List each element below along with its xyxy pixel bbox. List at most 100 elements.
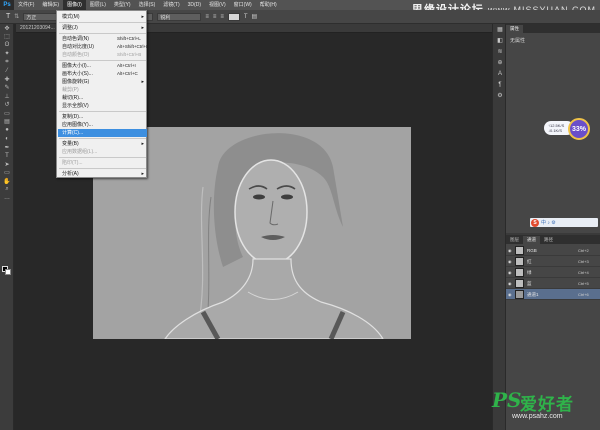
menu-item-apply-data-set[interactable]: 应用数据组(L)... bbox=[58, 148, 147, 156]
blur-tool-icon[interactable]: ● bbox=[0, 126, 14, 135]
shape-tool-icon[interactable]: ▭ bbox=[0, 169, 14, 178]
menu-item-trap[interactable]: 陷印(T)... bbox=[58, 159, 147, 167]
pen-tool-icon[interactable]: ✒ bbox=[0, 143, 14, 152]
text-color-swatch[interactable] bbox=[227, 12, 240, 21]
font-family-value: 方正 bbox=[26, 14, 37, 21]
edit-toolbar-icon[interactable]: … bbox=[0, 194, 14, 203]
eraser-tool-icon[interactable]: ▭ bbox=[0, 109, 14, 118]
paragraph-icon[interactable]: ¶ bbox=[493, 79, 507, 90]
channel-row-alpha-1[interactable]: ◉ 通道1 Ctrl+6 bbox=[506, 289, 600, 300]
menu-item-crop[interactable]: 裁剪(P) bbox=[58, 86, 147, 94]
properties-icon[interactable]: ◧ bbox=[493, 35, 507, 46]
tab-channels[interactable]: 通道 bbox=[523, 236, 540, 244]
hand-tool-icon[interactable]: ✋ bbox=[0, 177, 14, 186]
menu-view[interactable]: 视图(V) bbox=[205, 0, 230, 10]
background-color-swatch[interactable] bbox=[5, 269, 11, 275]
menu-filter[interactable]: 滤镜(T) bbox=[159, 0, 183, 10]
align-right-icon[interactable]: ≡ bbox=[220, 14, 224, 20]
network-speed-widget[interactable]: ↑12.5K/S ↓0.1K/S 33% bbox=[544, 118, 596, 140]
eyedropper-tool-icon[interactable]: ⁄ bbox=[0, 67, 14, 76]
orientation-icon[interactable]: ⇅ bbox=[14, 13, 19, 20]
panel-icon-strip: ▦ ◧ ≋ ⊕ A ¶ ⚙ bbox=[492, 24, 506, 430]
menu-item-image-size-label: 图像大小(I)... bbox=[62, 63, 91, 69]
menu-layer[interactable]: 图层(L) bbox=[86, 0, 110, 10]
submenu-arrow-icon: ▸ bbox=[141, 79, 144, 85]
history-icon[interactable]: ▦ bbox=[493, 24, 507, 35]
lasso-tool-icon[interactable]: ʘ bbox=[0, 41, 14, 50]
menu-item-apply-image[interactable]: 应用图像(Y)... bbox=[58, 121, 147, 129]
menu-edit[interactable]: 编辑(E) bbox=[38, 0, 63, 10]
visibility-eye-icon[interactable]: ◉ bbox=[508, 248, 512, 253]
channel-row-red[interactable]: ◉ 红 Ctrl+3 bbox=[506, 256, 600, 267]
visibility-eye-icon[interactable]: ◉ bbox=[508, 292, 512, 297]
antialias-select[interactable]: 锐利 bbox=[157, 12, 202, 21]
align-center-icon[interactable]: ≡ bbox=[213, 14, 217, 20]
menu-item-reveal-all[interactable]: 显示全部(V) bbox=[58, 102, 147, 110]
menu-item-variables[interactable]: 变量(B) ▸ bbox=[58, 140, 147, 148]
tab-paths[interactable]: 路径 bbox=[540, 236, 557, 244]
menu-item-mode[interactable]: 模式(M) ▸ bbox=[58, 13, 147, 21]
history-brush-tool-icon[interactable]: ↺ bbox=[0, 101, 14, 110]
menu-item-analysis[interactable]: 分析(A) ▸ bbox=[58, 170, 147, 178]
menu-item-trim[interactable]: 裁切(R)... bbox=[58, 94, 147, 102]
tab-layers[interactable]: 图层 bbox=[506, 236, 523, 244]
menu-item-duplicate[interactable]: 复制(D)... bbox=[58, 113, 147, 121]
menu-item-calculations[interactable]: 计算(C)... bbox=[58, 129, 147, 137]
path-select-tool-icon[interactable]: ➤ bbox=[0, 160, 14, 169]
visibility-eye-icon[interactable]: ◉ bbox=[508, 259, 512, 264]
menu-file[interactable]: 文件(F) bbox=[14, 0, 38, 10]
menu-item-auto-contrast-label: 自动对比度(U) bbox=[62, 44, 94, 50]
menu-type[interactable]: 类型(Y) bbox=[110, 0, 135, 10]
channel-name: 通道1 bbox=[527, 292, 539, 297]
menu-item-auto-tone[interactable]: 自动色调(N) Shift+Ctrl+L bbox=[58, 35, 147, 43]
tools-panel: ✥ ⬚ ʘ ✦ ⌗ ⁄ ✚ ✎ ⊥ ↺ ▭ ▤ ● ◐ ✒ T ➤ ▭ ✋ ⌕ … bbox=[0, 24, 14, 430]
speed-percent-ball: 33% bbox=[568, 118, 590, 140]
menu-window[interactable]: 窗口(W) bbox=[230, 0, 256, 10]
healing-tool-icon[interactable]: ✚ bbox=[0, 75, 14, 84]
character-panel-icon[interactable]: ▤ bbox=[252, 13, 258, 20]
brush-tool-icon[interactable]: ✎ bbox=[0, 84, 14, 93]
stamp-tool-icon[interactable]: ⊥ bbox=[0, 92, 14, 101]
channel-thumbnail bbox=[515, 257, 524, 266]
character-icon[interactable]: A bbox=[493, 68, 507, 79]
menu-item-image-size[interactable]: 图像大小(I)... Alt+Ctrl+I bbox=[58, 62, 147, 70]
ime-toolbar[interactable]: S 中 ♪ ⚙ bbox=[530, 218, 598, 227]
visibility-eye-icon[interactable]: ◉ bbox=[508, 270, 512, 275]
channel-thumbnail bbox=[515, 279, 524, 288]
menu-help[interactable]: 帮助(H) bbox=[256, 0, 281, 10]
menu-3d[interactable]: 3D(D) bbox=[184, 0, 205, 10]
move-tool-icon[interactable]: ✥ bbox=[0, 24, 14, 33]
menu-item-reveal-all-label: 显示全部(V) bbox=[62, 103, 89, 109]
tab-properties[interactable]: 属性 bbox=[506, 25, 523, 33]
menu-item-auto-color[interactable]: 自动颜色(O) Shift+Ctrl+B bbox=[58, 51, 147, 59]
menu-item-auto-contrast[interactable]: 自动对比度(U) Alt+Shift+Ctrl+L bbox=[58, 43, 149, 51]
brush-panel-icon[interactable]: ≋ bbox=[493, 46, 507, 57]
menu-item-image-rotation-label: 图像旋转(G) bbox=[62, 79, 90, 85]
zoom-tool-icon[interactable]: ⌕ bbox=[0, 186, 14, 195]
menu-select[interactable]: 选择(S) bbox=[135, 0, 160, 10]
menu-item-canvas-size-label: 画布大小(S)... bbox=[62, 71, 93, 77]
dodge-tool-icon[interactable]: ◐ bbox=[0, 135, 14, 144]
crop-tool-icon[interactable]: ⌗ bbox=[0, 58, 14, 67]
channel-row-blue[interactable]: ◉ 蓝 Ctrl+5 bbox=[506, 278, 600, 289]
warp-text-icon[interactable]: T bbox=[244, 14, 248, 20]
menu-item-auto-contrast-shortcut: Alt+Shift+Ctrl+L bbox=[117, 44, 149, 49]
document-tab-label: 20121203094... bbox=[20, 25, 55, 31]
align-left-icon[interactable]: ≡ bbox=[205, 14, 209, 20]
type-tool-icon[interactable]: T bbox=[6, 13, 10, 20]
magic-wand-tool-icon[interactable]: ✦ bbox=[0, 50, 14, 59]
gradient-tool-icon[interactable]: ▤ bbox=[0, 118, 14, 127]
channel-row-green[interactable]: ◉ 绿 Ctrl+4 bbox=[506, 267, 600, 278]
visibility-eye-icon[interactable]: ◉ bbox=[508, 281, 512, 286]
menu-item-adjustments[interactable]: 调整(J) ▸ bbox=[58, 24, 147, 32]
menu-item-canvas-size[interactable]: 画布大小(S)... Alt+Ctrl+C bbox=[58, 70, 147, 78]
menu-image[interactable]: 图像(I) bbox=[63, 0, 86, 10]
menu-item-image-rotation[interactable]: 图像旋转(G) ▸ bbox=[58, 78, 147, 86]
marquee-tool-icon[interactable]: ⬚ bbox=[0, 33, 14, 42]
watermark-url: www.psahz.com bbox=[512, 413, 563, 420]
menu-item-calculations-label: 计算(C)... bbox=[62, 130, 84, 136]
clone-source-icon[interactable]: ⊕ bbox=[493, 57, 507, 68]
channel-row-rgb[interactable]: ◉ RGB Ctrl+2 bbox=[506, 245, 600, 256]
text-tool-icon[interactable]: T bbox=[0, 152, 14, 161]
tool-presets-icon[interactable]: ⚙ bbox=[493, 90, 507, 101]
